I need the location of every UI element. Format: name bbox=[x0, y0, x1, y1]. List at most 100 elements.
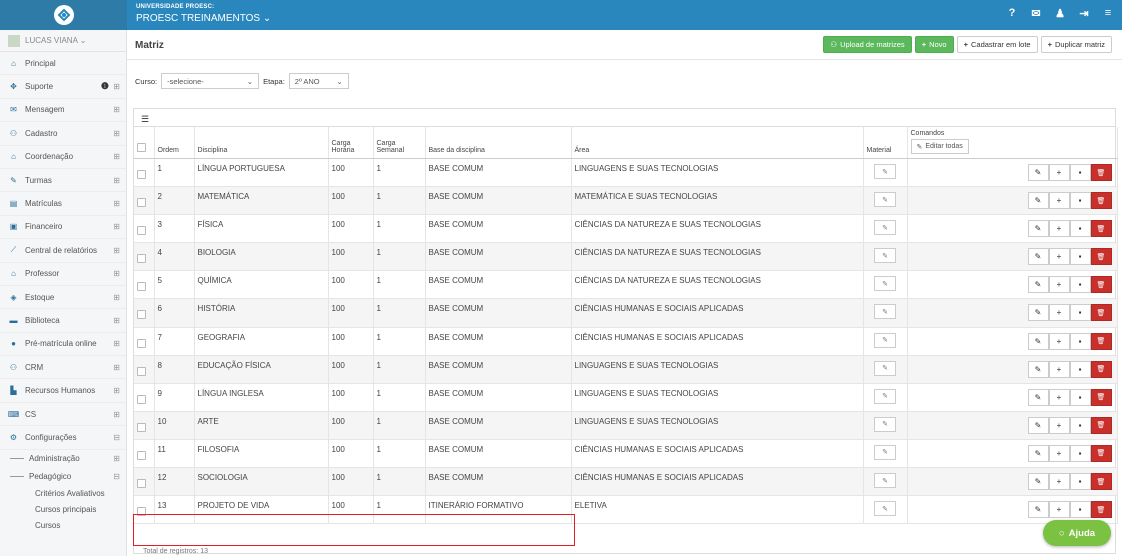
expand-icon[interactable]: ⊟ bbox=[113, 472, 120, 481]
logout-icon[interactable]: ⇥ bbox=[1078, 7, 1090, 20]
delete-button[interactable]: 🗑 bbox=[1090, 220, 1112, 238]
save-button[interactable]: ▪ bbox=[1069, 416, 1091, 434]
row-checkbox[interactable] bbox=[137, 507, 146, 517]
sidebar-item-estoque[interactable]: ◈ Estoque ⊞ bbox=[0, 286, 126, 310]
material-button[interactable]: ✎ bbox=[874, 444, 896, 460]
add-button[interactable]: + bbox=[1048, 248, 1070, 266]
expand-icon[interactable]: ⊞ bbox=[113, 293, 120, 302]
expand-icon[interactable]: ⊞ bbox=[113, 246, 120, 255]
row-checkbox[interactable] bbox=[137, 282, 146, 292]
save-button[interactable]: ▪ bbox=[1069, 444, 1091, 462]
expand-icon[interactable]: ⊞ bbox=[113, 269, 120, 278]
sidebar-item-cs[interactable]: ⌨ CS ⊞ bbox=[0, 403, 126, 427]
add-button[interactable]: + bbox=[1048, 276, 1070, 294]
delete-button[interactable]: 🗑 bbox=[1090, 501, 1112, 519]
sidebar-subsubitem[interactable]: Critérios Avaliativos bbox=[0, 486, 126, 502]
add-button[interactable]: + bbox=[1048, 192, 1070, 210]
expand-icon[interactable]: ⊞ bbox=[113, 105, 120, 114]
add-button[interactable]: + bbox=[1048, 220, 1070, 238]
sidebar-subsubitem[interactable]: Cursos principais bbox=[0, 502, 126, 518]
sidebar-subsubitem[interactable]: Cursos bbox=[0, 518, 126, 534]
row-checkbox[interactable] bbox=[137, 338, 146, 348]
edit-button[interactable]: ✎ bbox=[1027, 276, 1049, 294]
sidebar-item-mensagem[interactable]: ✉ Mensagem ⊞ bbox=[0, 99, 126, 123]
edit-button[interactable]: ✎ bbox=[1027, 473, 1049, 491]
save-button[interactable]: ▪ bbox=[1069, 360, 1091, 378]
save-button[interactable]: ▪ bbox=[1069, 248, 1091, 266]
add-button[interactable]: + bbox=[1048, 360, 1070, 378]
sidebar-item-coordenacao[interactable]: ⌂ Coordenação ⊞ bbox=[0, 146, 126, 169]
expand-icon[interactable]: ⊞ bbox=[113, 82, 120, 91]
user-menu[interactable]: LUCAS VIANA ⌄ bbox=[0, 30, 126, 52]
save-button[interactable]: ▪ bbox=[1069, 164, 1091, 181]
expand-icon[interactable]: ⊞ bbox=[113, 454, 120, 463]
sidebar-item-financeiro[interactable]: ▣ Financeiro ⊞ bbox=[0, 216, 126, 240]
help-icon[interactable]: ? bbox=[1006, 7, 1018, 20]
delete-button[interactable]: 🗑 bbox=[1090, 276, 1112, 294]
save-button[interactable]: ▪ bbox=[1069, 473, 1091, 491]
delete-button[interactable]: 🗑 bbox=[1090, 332, 1112, 350]
duplicate-matrix-button[interactable]: + Duplicar matriz bbox=[1040, 36, 1112, 53]
user-icon[interactable]: ♟ bbox=[1054, 7, 1066, 20]
edit-all-button[interactable]: ✎ Editar todas bbox=[910, 139, 969, 154]
edit-button[interactable]: ✎ bbox=[1027, 444, 1049, 462]
save-button[interactable]: ▪ bbox=[1069, 332, 1091, 350]
delete-button[interactable]: 🗑 bbox=[1090, 360, 1112, 378]
sidebar-item-recursos-humanos[interactable]: ▙ Recursos Humanos ⊞ bbox=[0, 379, 126, 403]
material-button[interactable]: ✎ bbox=[874, 304, 896, 320]
edit-button[interactable]: ✎ bbox=[1027, 164, 1049, 181]
expand-icon[interactable]: ⊞ bbox=[113, 152, 120, 161]
etapa-select[interactable]: 2º ANO ⌄ bbox=[288, 73, 349, 89]
add-button[interactable]: + bbox=[1048, 501, 1070, 519]
delete-button[interactable]: 🗑 bbox=[1090, 164, 1112, 181]
material-button[interactable]: ✎ bbox=[874, 332, 896, 348]
delete-button[interactable]: 🗑 bbox=[1090, 248, 1112, 266]
expand-icon[interactable]: ⊞ bbox=[113, 199, 120, 208]
material-button[interactable]: ✎ bbox=[874, 192, 896, 208]
save-button[interactable]: ▪ bbox=[1069, 501, 1091, 519]
row-checkbox[interactable] bbox=[137, 394, 146, 404]
expand-icon[interactable]: ⊞ bbox=[113, 222, 120, 231]
question-circle-icon[interactable]: ❶ bbox=[101, 81, 109, 92]
sidebar-item-pre-matricula-online[interactable]: ● Pré-matrícula online ⊞ bbox=[0, 333, 126, 357]
delete-button[interactable]: 🗑 bbox=[1090, 416, 1112, 434]
row-checkbox[interactable] bbox=[137, 254, 146, 264]
material-button[interactable]: ✎ bbox=[874, 164, 896, 179]
delete-button[interactable]: 🗑 bbox=[1090, 192, 1112, 210]
edit-button[interactable]: ✎ bbox=[1027, 192, 1049, 210]
row-checkbox[interactable] bbox=[137, 198, 146, 208]
material-button[interactable]: ✎ bbox=[874, 501, 896, 517]
add-button[interactable]: + bbox=[1048, 444, 1070, 462]
edit-button[interactable]: ✎ bbox=[1027, 304, 1049, 322]
material-button[interactable]: ✎ bbox=[874, 416, 896, 432]
new-button[interactable]: + Novo bbox=[914, 36, 954, 53]
edit-button[interactable]: ✎ bbox=[1027, 388, 1049, 406]
mail-icon[interactable]: ✉ bbox=[1030, 7, 1042, 20]
sidebar-item-cadastro[interactable]: ⚇ Cadastro ⊞ bbox=[0, 122, 126, 146]
row-checkbox[interactable] bbox=[137, 366, 146, 376]
row-checkbox[interactable] bbox=[137, 226, 146, 236]
delete-button[interactable]: 🗑 bbox=[1090, 388, 1112, 406]
sidebar-item-biblioteca[interactable]: ▬ Biblioteca ⊞ bbox=[0, 309, 126, 333]
edit-button[interactable]: ✎ bbox=[1027, 332, 1049, 350]
expand-icon[interactable]: ⊞ bbox=[113, 316, 120, 325]
sidebar-item-professor[interactable]: ⌂ Professor ⊞ bbox=[0, 263, 126, 286]
row-checkbox[interactable] bbox=[137, 422, 146, 432]
add-button[interactable]: + bbox=[1048, 332, 1070, 350]
material-button[interactable]: ✎ bbox=[874, 220, 896, 236]
material-button[interactable]: ✎ bbox=[874, 276, 896, 292]
app-logo[interactable] bbox=[0, 0, 127, 30]
expand-icon[interactable]: ⊞ bbox=[113, 386, 120, 395]
row-checkbox[interactable] bbox=[137, 310, 146, 320]
edit-button[interactable]: ✎ bbox=[1027, 360, 1049, 378]
expand-icon[interactable]: ⊟ bbox=[113, 433, 120, 442]
material-button[interactable]: ✎ bbox=[874, 360, 896, 376]
sidebar-subitem[interactable]: Pedagógico ⊟ bbox=[0, 468, 126, 486]
sidebar-item-suporte[interactable]: ✥ Suporte ⊞ ❶ bbox=[0, 75, 126, 99]
add-button[interactable]: + bbox=[1048, 416, 1070, 434]
expand-icon[interactable]: ⊞ bbox=[113, 176, 120, 185]
add-button[interactable]: + bbox=[1048, 473, 1070, 491]
curso-select[interactable]: -selecione- ⌄ bbox=[161, 73, 260, 89]
edit-button[interactable]: ✎ bbox=[1027, 501, 1049, 519]
delete-button[interactable]: 🗑 bbox=[1090, 444, 1112, 462]
